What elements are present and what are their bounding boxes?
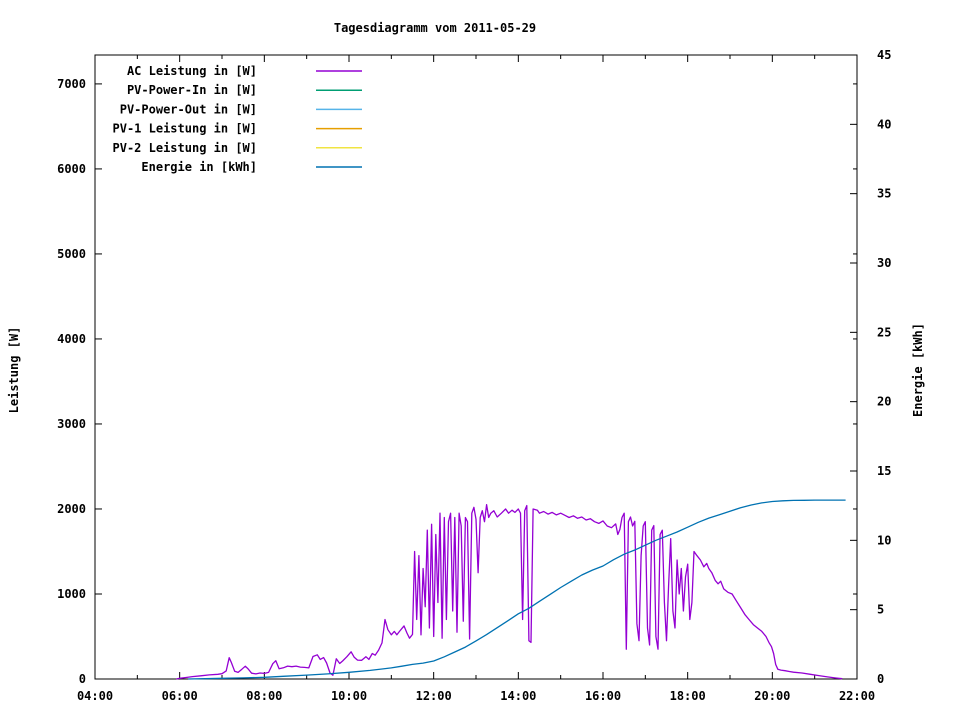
right-axis-tick-label: 15 [877, 464, 891, 478]
x-axis-tick-label: 22:00 [839, 689, 875, 703]
right-axis-tick-label: 35 [877, 187, 891, 201]
x-axis-tick-label: 20:00 [754, 689, 790, 703]
series-ac [176, 504, 843, 680]
left-axis-title: Leistung [W] [7, 327, 21, 414]
x-axis-tick-label: 16:00 [585, 689, 621, 703]
left-axis-tick-label: 2000 [57, 502, 86, 516]
x-axis-tick-label: 04:00 [77, 689, 113, 703]
left-axis-tick-label: 0 [79, 672, 86, 686]
left-axis-tick-label: 5000 [57, 247, 86, 261]
left-axis-tick-label: 6000 [57, 162, 86, 176]
legend-label: PV-2 Leistung in [W] [113, 141, 258, 155]
left-axis-tick-label: 3000 [57, 417, 86, 431]
chart-title: Tagesdiagramm vom 2011-05-29 [334, 21, 536, 35]
data-curves [176, 499, 846, 680]
right-axis-tick-label: 45 [877, 48, 891, 62]
x-axis-tick-label: 10:00 [331, 689, 367, 703]
legend-label: PV-Power-Out in [W] [120, 102, 257, 116]
legend-label: AC Leistung in [W] [127, 64, 257, 78]
right-axis-tick-label: 5 [877, 603, 884, 617]
x-axis-tick-label: 06:00 [162, 689, 198, 703]
daily-pv-chart-page: Tagesdiagramm vom 2011-05-29 Leistung [W… [0, 0, 960, 720]
left-axis-tick-label: 1000 [57, 587, 86, 601]
x-axis-tick-label: 14:00 [500, 689, 536, 703]
series-energie [188, 499, 846, 680]
x-axis-tick-label: 08:00 [246, 689, 282, 703]
x-axis-tick-label: 12:00 [416, 689, 452, 703]
chart-legend: AC Leistung in [W] PV-Power-In in [W] PV-P… [113, 64, 362, 174]
right-axis-title: Energie [kWh] [911, 323, 925, 417]
right-axis-tick-label: 30 [877, 256, 891, 270]
legend-label: PV-Power-In in [W] [127, 83, 257, 97]
left-axis-tick-label: 7000 [57, 77, 86, 91]
legend-label: PV-1 Leistung in [W] [113, 122, 258, 136]
right-axis-tick-label: 25 [877, 325, 891, 339]
x-axis-tick-label: 18:00 [670, 689, 706, 703]
right-axis-tick-label: 20 [877, 395, 891, 409]
tagesdiagramm-chart: Tagesdiagramm vom 2011-05-29 Leistung [W… [7, 21, 925, 703]
right-axis-tick-label: 40 [877, 117, 891, 131]
legend-label: Energie in [kWh] [141, 160, 257, 174]
right-axis-tick-label: 0 [877, 672, 884, 686]
left-axis-tick-label: 4000 [57, 332, 86, 346]
right-axis-tick-label: 10 [877, 533, 891, 547]
